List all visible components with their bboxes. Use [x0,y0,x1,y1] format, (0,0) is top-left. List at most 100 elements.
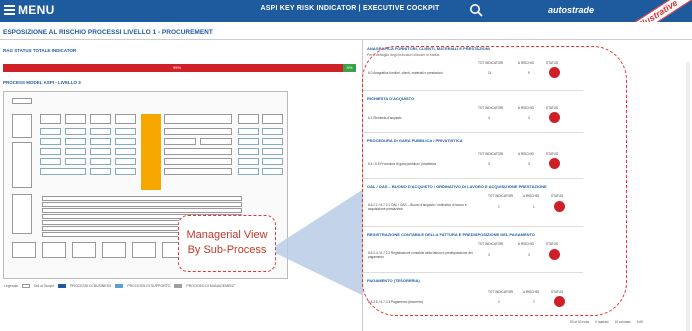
status-dot[interactable] [554,201,565,212]
status-dot[interactable] [549,158,560,169]
scrollbar[interactable] [686,62,690,331]
procurement-highlight[interactable] [141,114,161,190]
diagram-row-header [12,114,32,138]
col-status-header: STATUS [546,106,559,110]
diagram-cell [115,128,136,135]
col-status-header: STATUS [546,61,559,65]
card-title: PROCEDURA DI GARA PUBBLICA / PRIVATISTIC… [367,138,463,143]
hamburger-icon [4,5,15,15]
divider [363,90,583,91]
card-risk-value: 2 [533,300,535,304]
status-bar-green-segment: 5% [343,64,356,72]
diagram-support-bar [42,196,242,201]
card-tot-value: 3 [488,162,490,166]
top-bar: MENU ASPI KEY RISK INDICATOR | EXECUTIVE… [0,0,692,44]
callout-line: Managerial View [186,229,268,241]
card-tot-value: 2 [498,300,500,304]
diagram-legend: Legenda Out of Scope PROCESSI DI BUSINES… [4,284,235,288]
col-tot-header: TOT INDICATORI [488,194,514,198]
card-description: 6.6.2.1 / 6.7.2.1 OAL / OAS – Buono d'ac… [368,203,467,211]
legend-item: PROCESSI DI MANAGEMENT [186,284,235,288]
diagram-cell [40,168,86,175]
diagram-cell [115,138,136,145]
legend-item: PROCESSI DI SUPPORTO [127,284,171,288]
page-title: ESPOSIZIONE AL RISCHIO PROCESSI LIVELLO … [3,29,213,36]
col-tot-header: TOT INDICATORI [488,290,514,294]
diagram-cell [262,138,283,145]
divider [363,178,583,179]
subprocess-card: RICHIESTA D'ACQUISTO TOT INDICATORI A RI… [363,94,583,130]
col-status-header: STATUS [546,242,559,246]
divider [363,272,583,273]
col-status-header: STATUS [546,152,559,156]
card-risk-value: 3 [528,162,530,166]
col-risk-header: A RISCHIO [523,290,540,294]
card-risk-value: 3 [528,116,530,120]
diagram-cell [238,128,259,135]
rag-status-bar[interactable]: 95% 5% [3,64,356,72]
col-risk-header: A RISCHIO [518,242,535,246]
card-subtitle: Per il dettaglio degli indicatori clicca… [367,53,440,57]
diagram-row-header [12,142,32,188]
left-pane: RAG STATUS TOTALE INDICATOR 95% 5% PROCE… [0,40,362,331]
diagram-subprocess-box [164,128,232,135]
diagram-column [164,114,232,124]
diagram-subprocess-box [164,168,232,175]
right-pane: ANAGRAFICA FORNITORI, CLIENTI, MATERIALI… [362,40,692,331]
diagram-management-box [12,242,36,258]
subprocess-card: REGISTRAZIONE CONTABILE DELLA FATTURA E … [363,230,583,272]
managerial-view-callout: Managerial View By Sub-Process [178,215,276,272]
col-status-header: STATUS [551,290,564,294]
divider [363,132,583,133]
diagram-cell [65,148,86,155]
diagram-cell [238,138,259,145]
status-dot[interactable] [549,249,560,260]
diagram-cell [40,128,61,135]
diagram-management-box [102,242,126,258]
diagram-management-box [72,242,96,258]
footer-marked: 0 marked [595,320,609,324]
diagram-cell [40,148,61,155]
card-risk-value: 1 [533,205,535,209]
diagram-cell [90,148,111,155]
menu-button[interactable]: MENU [4,3,55,17]
card-risk-value: 3 [528,253,530,257]
diagram-subprocess-box [164,138,196,145]
diagram-cell [262,128,283,135]
app-title: ASPI KEY RISK INDICATOR | EXECUTIVE COCK… [260,5,440,12]
card-title: ANAGRAFICA FORNITORI, CLIENTI, MATERIALI… [367,46,490,51]
col-tot-header: TOT INDICATORI [478,152,504,156]
diagram-cell [65,158,86,165]
search-icon[interactable] [469,3,483,17]
legend-swatch [21,284,30,288]
card-description: 6.0 Anagrafica fornitori, clienti, mater… [368,71,443,75]
diagram-management-box [132,242,156,258]
diagram-cell [90,168,111,175]
diagram-row-header [12,98,32,104]
status-dot[interactable] [554,296,565,307]
col-risk-header: A RISCHIO [518,61,535,65]
legend-swatch [115,284,124,288]
diagram-cell [115,148,136,155]
col-risk-header: A RISCHIO [518,152,535,156]
status-dot[interactable] [549,112,560,123]
card-title: OAL / OAS – BUONO D'ACQUISTO / ORDINATIV… [367,184,547,189]
card-risk-value: 9 [528,71,530,75]
legend-title: Legenda [4,284,18,288]
diagram-management-box [42,242,66,258]
diagram-cell [238,158,259,165]
diagram-cell [262,148,283,155]
status-label: RAG STATUS TOTALE INDICATOR [3,48,77,53]
col-tot-header: TOT INDICATORI [478,61,504,65]
footer-columns: 19 columns [614,320,631,324]
legend-swatch [58,284,67,288]
diagram-row-header [12,194,32,234]
status-dot[interactable] [549,67,560,78]
card-description: 6.1 Richiesta d'acquisto [368,116,402,120]
footer-sum: 5.0K [636,320,644,324]
divider [363,226,583,227]
diagram-subprocess-box [164,158,232,165]
diagram-cell [262,158,283,165]
card-description: 6.6.2.4 / 6.7.2.2 Registrazione contabil… [368,251,473,259]
diagram-subprocess-box [200,138,232,145]
